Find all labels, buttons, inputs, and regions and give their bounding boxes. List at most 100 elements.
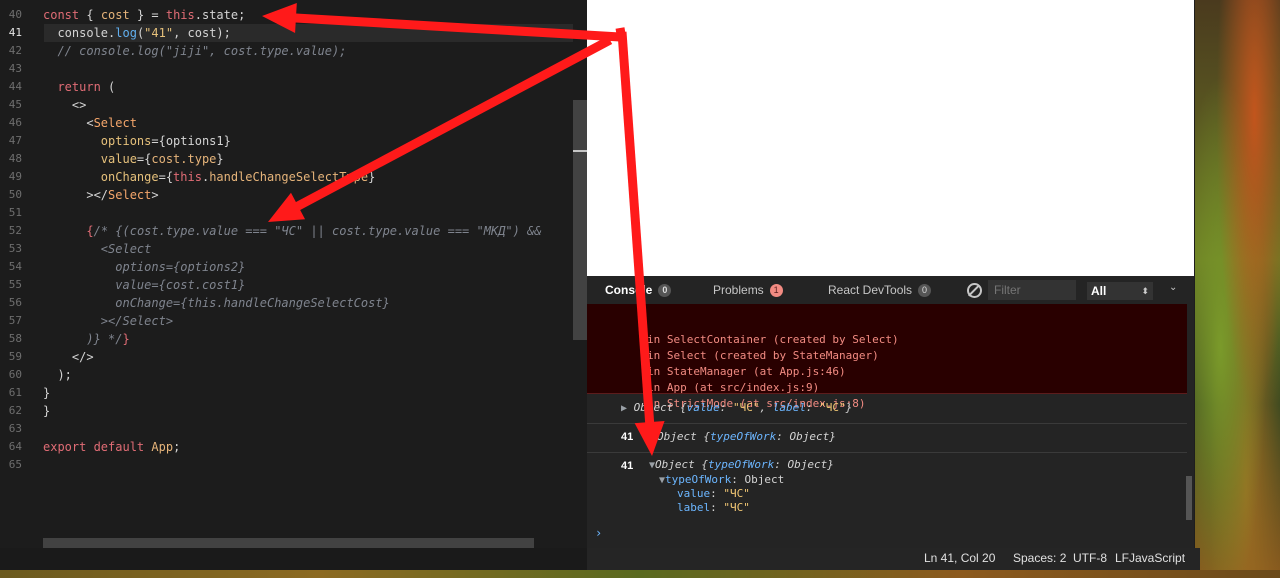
tab-problems-label: Problems — [713, 283, 764, 297]
line-code[interactable]: // console.log("jiji", cost.type.value); — [43, 42, 346, 60]
code-line[interactable]: 47 options={options1} — [0, 132, 587, 150]
code-line[interactable]: 61} — [0, 384, 587, 402]
line-number: 51 — [8, 206, 22, 219]
line-code[interactable]: const { cost } = this.state; — [43, 6, 245, 24]
line-code[interactable]: </> — [43, 348, 94, 366]
tab-console[interactable]: Console 0 — [605, 276, 672, 304]
log-level-select[interactable]: All ⬍ — [1087, 282, 1153, 300]
code-line[interactable]: 63 — [0, 420, 587, 438]
language-mode[interactable]: JavaScript — [1129, 548, 1185, 570]
console-log-entry[interactable]: 41 Object {typeOfWork: Object} — [587, 423, 1187, 453]
console-filter-input[interactable] — [988, 280, 1076, 300]
line-number: 53 — [8, 242, 22, 255]
code-line[interactable]: 55 value={cost.cost1} — [0, 276, 587, 294]
error-stack-line: in StateManager (at App.js:46) — [647, 365, 846, 378]
line-number: 49 — [8, 170, 22, 183]
devtools-panel[interactable]: Console 0 Problems 1 React DevTools 0 All ⬍… — [587, 276, 1194, 548]
code-line[interactable]: 58 )} */} — [0, 330, 587, 348]
line-code[interactable]: <Select — [43, 240, 152, 258]
line-code[interactable]: value={cost.type} — [43, 150, 224, 168]
line-code[interactable]: <> — [43, 96, 86, 114]
editor-horizontal-scrollbar[interactable] — [43, 538, 534, 548]
line-code[interactable]: value={cost.cost1} — [43, 276, 245, 294]
log-level-value: All — [1091, 284, 1107, 298]
line-code[interactable]: onChange={this.handleChangeSelectCost} — [43, 294, 390, 312]
code-line[interactable]: 59 </> — [0, 348, 587, 366]
line-code[interactable]: <Select — [43, 114, 137, 132]
code-line[interactable]: 40 const { cost } = this.state; — [0, 6, 587, 24]
line-code[interactable]: ></Select> — [43, 312, 173, 330]
code-line[interactable]: 51 — [0, 204, 587, 222]
tab-console-label: Console — [605, 283, 653, 297]
line-code[interactable]: console.log("41", cost); — [43, 24, 230, 42]
encoding-setting[interactable]: UTF-8 — [1073, 548, 1107, 570]
code-line[interactable]: 41 console.log("41", cost); — [0, 24, 587, 42]
console-log-entry[interactable]: 41 ▼Object {typeOfWork: Object} ▼typeOfW… — [587, 452, 1187, 520]
line-code[interactable]: } — [43, 402, 50, 420]
cursor-position[interactable]: Ln 41, Col 20 — [924, 548, 995, 570]
status-bar: Ln 41, Col 20 Spaces: 2 UTF-8 LF JavaScr… — [587, 548, 1200, 570]
code-line[interactable]: 45 <> — [0, 96, 587, 114]
line-number: 40 — [8, 8, 22, 21]
code-line[interactable]: 60 ); — [0, 366, 587, 384]
line-code[interactable]: {/* {(cost.type.value === "ЧС" || cost.t… — [43, 222, 541, 240]
editor-vertical-scrollbar[interactable] — [573, 100, 587, 340]
devtools-tabbar: Console 0 Problems 1 React DevTools 0 All ⬍… — [587, 276, 1194, 304]
code-line[interactable]: 65 — [0, 456, 587, 474]
app-preview-pane[interactable] — [587, 0, 1194, 276]
log-source-label: 41 — [621, 431, 634, 443]
code-line[interactable]: 49 onChange={this.handleChangeSelectType… — [0, 168, 587, 186]
log-object[interactable]: Object {typeOfWork: Object} — [657, 429, 836, 445]
console-error-block: in SelectContainer (created by Select) i… — [587, 304, 1187, 410]
code-line[interactable]: 48 value={cost.type} — [0, 150, 587, 168]
code-line[interactable]: 44 return ( — [0, 78, 587, 96]
line-code[interactable]: ); — [43, 366, 71, 384]
code-line[interactable]: 43 — [0, 60, 587, 78]
line-number: 63 — [8, 422, 22, 435]
code-line[interactable]: 46 <Select — [0, 114, 587, 132]
code-editor[interactable]: 40 const { cost } = this.state; 41 console… — [0, 0, 587, 548]
line-number: 48 — [8, 152, 22, 165]
indentation-setting[interactable]: Spaces: 2 — [1013, 548, 1066, 570]
line-number: 60 — [8, 368, 22, 381]
code-line[interactable]: 62} — [0, 402, 587, 420]
line-code[interactable]: onChange={this.handleChangeSelectType} — [43, 168, 376, 186]
chevron-down-icon[interactable]: ⌄ — [1169, 282, 1177, 293]
line-code[interactable]: options={options1} — [43, 132, 231, 150]
line-code[interactable]: options={options2} — [43, 258, 245, 276]
line-number: 65 — [8, 458, 22, 471]
console-log-entry[interactable]: ▶ Object {value: "ЧС", label: "ЧС"} — [587, 394, 1187, 424]
code-line[interactable]: 64 export default App; — [0, 438, 587, 456]
line-code[interactable]: export default App; — [43, 438, 180, 456]
tab-problems[interactable]: Problems 1 — [713, 276, 783, 304]
desktop-wallpaper — [1195, 0, 1280, 578]
line-code[interactable]: } — [43, 384, 50, 402]
problems-count-badge: 1 — [769, 284, 783, 298]
line-number: 47 — [8, 134, 22, 147]
line-number: 64 — [8, 440, 22, 453]
console-prompt[interactable]: › — [595, 526, 602, 540]
devtools-scrollbar[interactable] — [1186, 476, 1192, 520]
line-number: 46 — [8, 116, 22, 129]
line-number: 45 — [8, 98, 22, 111]
code-line[interactable]: 52 {/* {(cost.type.value === "ЧС" || cos… — [0, 222, 587, 240]
tab-react-devtools[interactable]: React DevTools 0 — [828, 276, 932, 304]
line-number: 55 — [8, 278, 22, 291]
clear-console-icon[interactable] — [967, 283, 982, 298]
line-ending-setting[interactable]: LF — [1115, 548, 1129, 570]
code-line[interactable]: 56 onChange={this.handleChangeSelectCost… — [0, 294, 587, 312]
line-code[interactable]: return ( — [43, 78, 115, 96]
react-count-badge: 0 — [918, 284, 932, 298]
code-line[interactable]: 54 options={options2} — [0, 258, 587, 276]
code-line[interactable]: 53 <Select — [0, 240, 587, 258]
code-line[interactable]: 57 ></Select> — [0, 312, 587, 330]
line-code[interactable]: )} */} — [43, 330, 129, 348]
line-number: 54 — [8, 260, 22, 273]
code-line[interactable]: 42 // console.log("jiji", cost.type.valu… — [0, 42, 587, 60]
code-line[interactable]: 50 ></Select> — [0, 186, 587, 204]
caret-right-icon[interactable]: ▶ — [621, 403, 627, 414]
line-code[interactable]: ></Select> — [43, 186, 158, 204]
line-number: 62 — [8, 404, 22, 417]
line-number: 58 — [8, 332, 22, 345]
log-object[interactable]: ▶ Object {value: "ЧС", label: "ЧС"} — [621, 400, 852, 417]
